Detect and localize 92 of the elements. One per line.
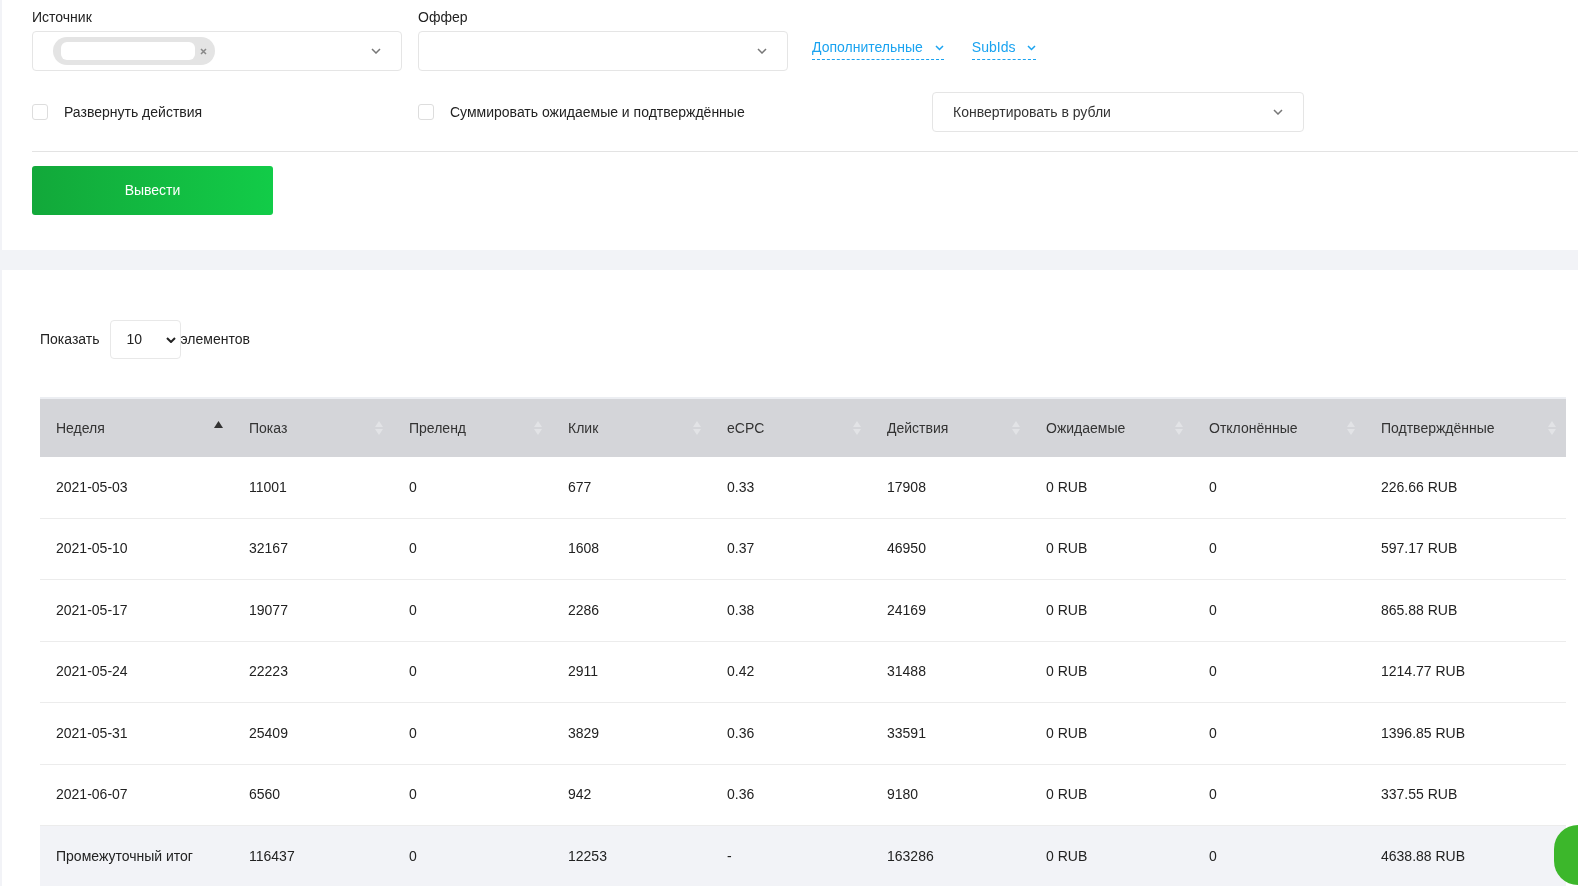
table-cell-text: 0 [408,723,418,743]
checkbox[interactable] [32,104,48,120]
table-cell-text: 33591 [886,723,927,743]
table-cell-text: 0 [408,662,418,682]
table-cell-text: 2911 [567,662,600,682]
table-cell-text: 0 [408,477,418,497]
table-cell-text: 2021-06-07 [55,785,129,805]
table-cell-text: 1608 [567,539,601,559]
source-select[interactable] [32,31,402,71]
chevron-down-icon [1273,109,1283,115]
checkbox[interactable] [418,104,434,120]
table-cell-text: Промежуточный итог [55,846,194,866]
table-cell-text: 0.37 [726,539,756,559]
table-cell-text: 22223 [248,662,289,682]
currency-select[interactable]: Конвертировать в рубли [932,92,1304,132]
table-cell-text: 2021-05-17 [55,600,129,620]
table-cell-text: 0 [1208,846,1218,866]
table-cell-text: 0 [1208,600,1218,620]
offer-select[interactable] [418,31,788,71]
table-cell-text: 942 [567,785,593,805]
table-cell-text: 46950 [886,539,927,559]
table-cell-text: 31488 [886,662,927,682]
table-cell-text: 0 [408,846,418,866]
table-cell-text: 677 [567,477,593,497]
table-cell-text: 1214.77 RUB [1380,662,1467,682]
field-label: Оффер [418,8,469,27]
table-cell-text: 0 RUB [1045,539,1089,559]
table-cell-text: 0 [408,539,418,559]
table-cell-text: 19077 [248,600,289,620]
chevron-down-icon [757,48,767,54]
checkbox-label: Суммировать ожидаемые и подтверждённые [450,102,745,122]
table-cell-text: 0.36 [726,723,756,743]
chevron-down-icon [934,44,944,51]
table-cell-text: 0.38 [726,600,756,620]
table-cell-text: 0.33 [726,477,756,497]
chevron-down-icon [165,336,176,343]
table-cell-text: 2021-05-31 [55,723,129,743]
table-cell-text: 2286 [567,600,601,620]
column-header[interactable]: Отклонённые [1193,399,1365,457]
column-header[interactable]: Неделя [40,399,233,457]
table-cell-text: 3829 [567,723,601,743]
page-size-select[interactable]: 10 [109,320,181,359]
table-cell-text: 9180 [886,785,920,805]
column-header[interactable]: Ожидаемые [1030,399,1193,457]
close-icon[interactable] [200,47,207,55]
chevron-down-icon [1027,44,1037,51]
length-label: элементов [180,330,250,349]
table-cell-text: 0.42 [726,662,756,682]
column-header[interactable]: Подтверждённые [1365,399,1566,457]
table-cell-text: 0 RUB [1045,662,1089,682]
table-cell-text: 1396.85 RUB [1380,723,1467,743]
table-cell-text: - [726,846,733,866]
checkbox-label: Развернуть действия [64,102,203,122]
table-cell-text: 0.36 [726,785,756,805]
table-cell-text: 0 RUB [1045,723,1089,743]
table-cell-text: 0 [408,600,418,620]
table-cell-text: 0 [1208,539,1218,559]
table-cell-text: 337.55 RUB [1380,785,1459,805]
table-cell-text: 226.66 RUB [1380,477,1459,497]
column-header[interactable]: Действия [871,399,1030,457]
table-cell-text: 24169 [886,600,927,620]
table-cell-text: 2021-05-24 [55,662,129,682]
table-cell-text: 597.17 RUB [1380,539,1459,559]
table-cell-text: 865.88 RUB [1380,600,1459,620]
table-cell-text: 32167 [248,539,289,559]
table-cell-text: 25409 [248,723,289,743]
table-cell-text: 0 RUB [1045,846,1089,866]
column-header[interactable]: Преленд [393,399,552,457]
selected-chip[interactable] [53,37,215,65]
table-cell-text: 2021-05-10 [55,539,129,559]
table-cell-text: 2021-05-03 [55,477,129,497]
table-cell-text: 12253 [567,846,608,866]
table-cell-text: 0 [1208,785,1218,805]
table-cell-text: 163286 [886,846,935,866]
table-cell-text: 0 [408,785,418,805]
table-cell-text: 4638.88 RUB [1380,846,1467,866]
table-cell-text: 0 [1208,477,1218,497]
table-cell-text: 0 RUB [1045,785,1089,805]
table-cell-text: 0 [1208,662,1218,682]
table-cell-text: 0 RUB [1045,477,1089,497]
table-cell-text: 6560 [248,785,282,805]
chevron-down-icon [371,48,381,54]
table-cell-text: 11001 [248,477,288,497]
field-label: Источник [32,8,93,27]
column-header[interactable]: Показ [233,399,393,457]
column-header[interactable]: eCPC [711,399,871,457]
table-cell-text: 0 RUB [1045,600,1089,620]
length-label: Показать [40,330,100,349]
column-header[interactable]: Клик [552,399,711,457]
table-cell-text: 17908 [886,477,927,497]
table-cell-text: 0 [1208,723,1218,743]
table-cell-text: 116437 [248,846,296,866]
